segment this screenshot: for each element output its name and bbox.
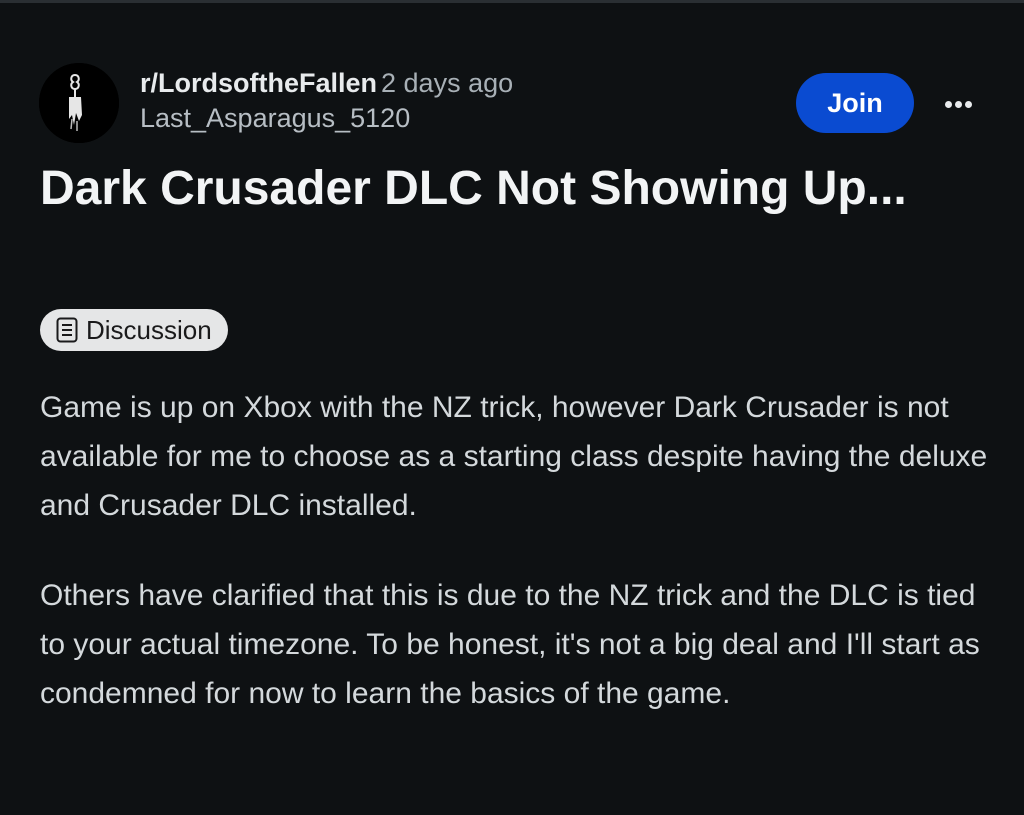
more-options-button[interactable] bbox=[935, 83, 983, 123]
post-meta: r/LordsoftheFallen 2 days ago Last_Aspara… bbox=[140, 67, 513, 134]
subreddit-avatar[interactable] bbox=[39, 63, 119, 143]
document-icon bbox=[56, 317, 78, 343]
post-body: Game is up on Xbox with the NZ trick, ho… bbox=[40, 383, 990, 759]
body-paragraph: Game is up on Xbox with the NZ trick, ho… bbox=[40, 391, 988, 522]
author-username[interactable]: Last_Asparagus_5120 bbox=[140, 102, 513, 134]
subreddit-logo-icon bbox=[39, 63, 119, 143]
post-header: r/LordsoftheFallen 2 days ago Last_Aspara… bbox=[39, 63, 989, 143]
post-time: 2 days ago bbox=[381, 68, 514, 98]
meta-line: r/LordsoftheFallen 2 days ago bbox=[140, 67, 513, 99]
post-flair[interactable]: Discussion bbox=[40, 309, 228, 351]
body-paragraph: Others have clarified that this is due t… bbox=[40, 579, 980, 710]
join-button[interactable]: Join bbox=[796, 73, 914, 133]
flair-label: Discussion bbox=[86, 314, 212, 345]
subreddit-name[interactable]: r/LordsoftheFallen bbox=[140, 68, 377, 98]
post-title[interactable]: Dark Crusader DLC Not Showing Up... bbox=[40, 158, 960, 220]
top-divider bbox=[0, 0, 1024, 3]
